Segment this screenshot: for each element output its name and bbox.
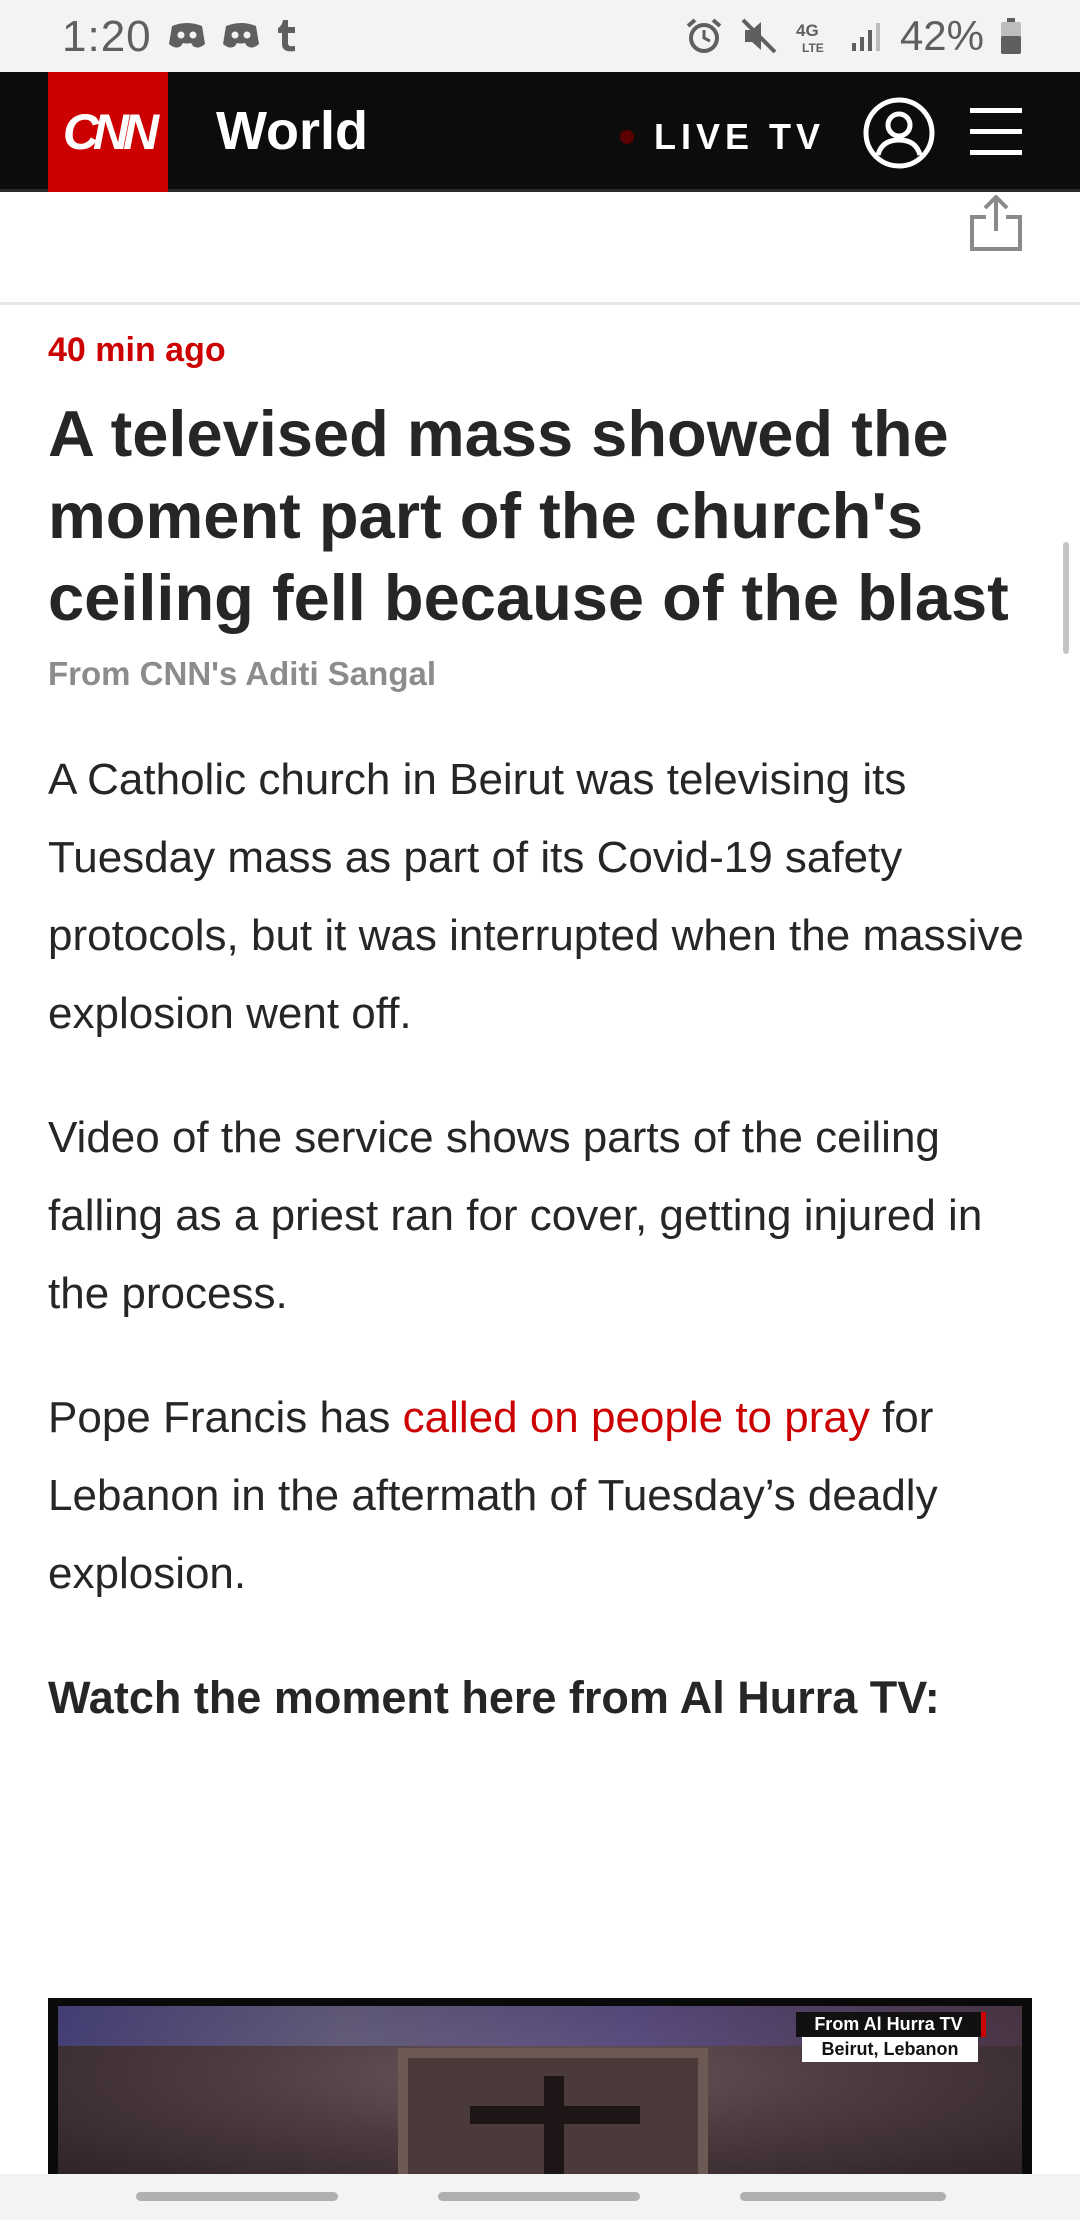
video-caption: From Al Hurra TV Beirut, Lebanon: [796, 2012, 986, 2062]
tumblr-icon: [278, 20, 295, 52]
video-player[interactable]: From Al Hurra TV Beirut, Lebanon: [48, 1998, 1032, 2178]
svg-text:LTE: LTE: [802, 41, 824, 55]
share-icon[interactable]: [968, 195, 1024, 251]
paragraph: Video of the service shows parts of the …: [48, 1112, 983, 1318]
battery-icon: [1001, 18, 1021, 54]
live-tv-label: LIVE TV: [654, 116, 826, 157]
menu-icon[interactable]: [968, 102, 1024, 162]
paragraph: Pope Francis has called on people to pra…: [48, 1379, 1038, 1613]
byline: From CNN's Aditi Sangal: [48, 654, 436, 692]
signal-icon: [851, 23, 880, 51]
home-button[interactable]: [438, 2192, 640, 2201]
svg-text:4G: 4G: [796, 21, 819, 40]
headline: A televised mass showed the moment part …: [48, 396, 1009, 634]
discord-icon: [169, 23, 205, 48]
recents-button[interactable]: [136, 2192, 338, 2201]
lte-icon: 4G LTE: [796, 21, 824, 55]
cross-icon: [544, 2076, 564, 2178]
paragraph-text: Pope Francis has: [48, 1392, 403, 1442]
cross-bar: [470, 2106, 640, 2124]
caption-location: Beirut, Lebanon: [802, 2037, 978, 2062]
share-row: [0, 195, 1080, 305]
discord-icon: [223, 23, 259, 48]
system-icons: 4G LTE 42%: [684, 12, 1022, 60]
site-header: CNN World LIVE TV: [0, 72, 1080, 192]
cnn-logo[interactable]: CNN: [48, 72, 168, 192]
status-bar: 1:20 4G LTE 42%: [0, 0, 1080, 72]
live-tv-button[interactable]: LIVE TV: [620, 116, 825, 158]
status-time: 1:20: [62, 12, 152, 61]
article: 40 min ago A televised mass showed the m…: [48, 330, 1038, 1737]
video-subhead: Watch the moment here from Al Hurra TV:: [48, 1671, 940, 1723]
logo-text: CNN: [62, 104, 159, 160]
battery-percent: 42%: [899, 12, 984, 59]
notification-icons: [168, 18, 298, 52]
user-icon[interactable]: [862, 96, 936, 170]
paragraph: A Catholic church in Beirut was televisi…: [48, 754, 1024, 1038]
live-dot-icon: [620, 130, 634, 144]
alarm-icon: [686, 18, 722, 53]
back-button[interactable]: [740, 2192, 946, 2201]
section-title[interactable]: World: [216, 100, 368, 162]
mute-icon: [741, 18, 777, 54]
post-timestamp: 40 min ago: [48, 331, 226, 369]
scrollbar[interactable]: [1063, 542, 1069, 654]
pray-link[interactable]: called on people to pray: [403, 1393, 870, 1442]
system-nav-bar: [0, 2174, 1080, 2220]
caption-source: From Al Hurra TV: [796, 2012, 986, 2037]
